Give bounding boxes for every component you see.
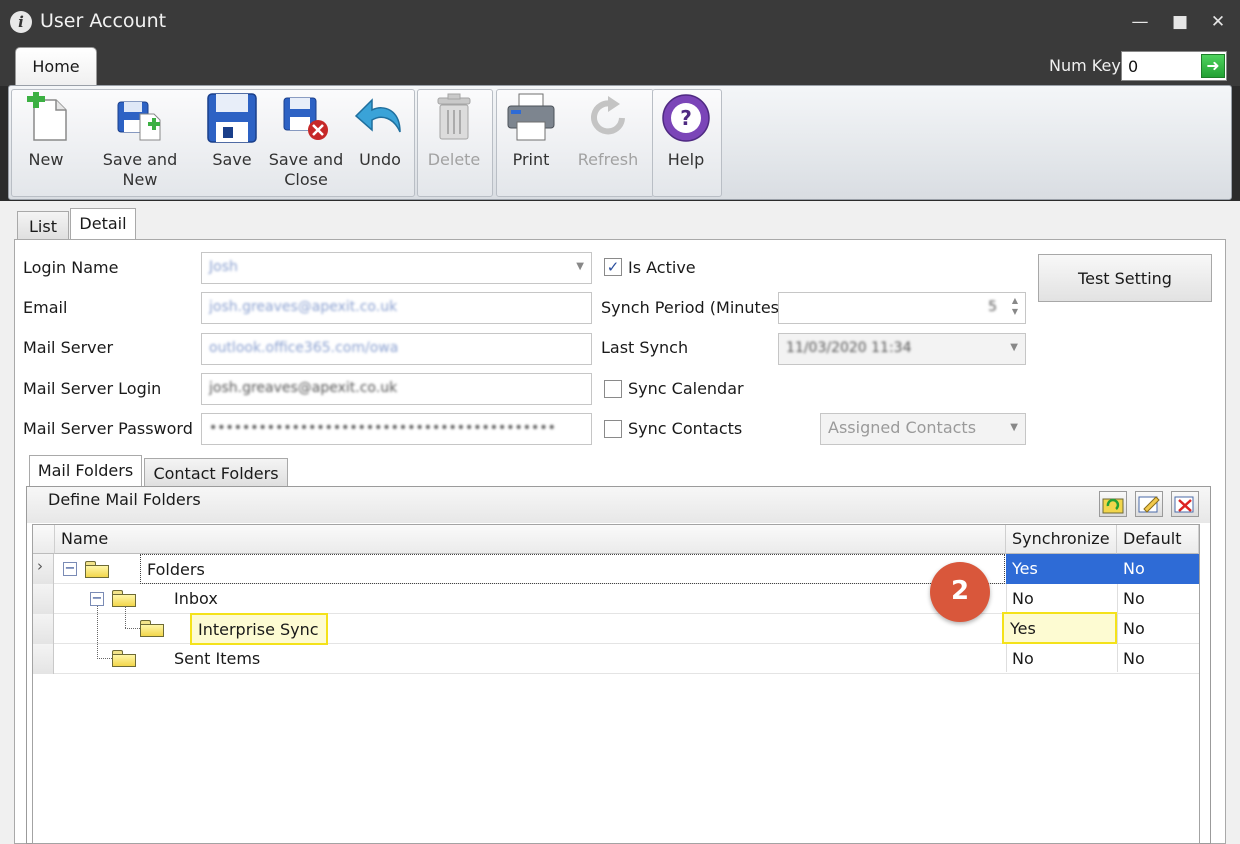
- row-selector[interactable]: [33, 584, 54, 614]
- row-selector-header: [33, 525, 55, 554]
- mail-server-password-field[interactable]: ••••••••••••••••••••••••••••••••••••••••…: [201, 413, 592, 445]
- mail-server-password-label: Mail Server Password: [23, 419, 193, 438]
- column-header-synchronize[interactable]: Synchronize: [1006, 525, 1117, 554]
- sync-calendar-label: Sync Calendar: [628, 379, 744, 398]
- info-icon: i: [10, 11, 32, 33]
- delete-folder-button[interactable]: [1171, 491, 1199, 517]
- test-setting-button[interactable]: Test Setting: [1038, 254, 1212, 302]
- folder-icon: [85, 561, 109, 578]
- sync-contacts-label: Sync Contacts: [628, 419, 743, 438]
- chevron-down-icon: ▼: [1010, 342, 1018, 353]
- collapse-icon[interactable]: −: [63, 562, 77, 576]
- tree-line: [125, 606, 126, 628]
- tab-list[interactable]: List: [17, 211, 69, 241]
- synchronize-cell[interactable]: Yes: [1006, 554, 1117, 584]
- default-cell[interactable]: No: [1117, 614, 1199, 644]
- login-name-dropdown[interactable]: Josh ▼: [201, 252, 592, 284]
- maximize-button[interactable]: ■: [1165, 8, 1195, 36]
- is-active-checkbox[interactable]: ✓: [604, 258, 622, 276]
- folder-icon: [112, 650, 136, 667]
- email-label: Email: [23, 298, 68, 317]
- email-field[interactable]: josh.greaves@apexit.co.uk: [201, 292, 592, 324]
- save-disk-icon: [206, 92, 258, 144]
- printer-icon: [505, 92, 557, 144]
- chevron-down-icon: ▼: [576, 261, 584, 272]
- new-button[interactable]: New: [19, 90, 73, 170]
- is-active-label: Is Active: [628, 258, 696, 277]
- synch-period-stepper[interactable]: 5 ▲ ▼: [778, 292, 1026, 324]
- row-selector[interactable]: [33, 614, 54, 644]
- refresh-icon: [582, 92, 634, 144]
- mail-server-label: Mail Server: [23, 338, 114, 357]
- synchronize-cell[interactable]: No: [1006, 644, 1117, 674]
- svg-text:?: ?: [680, 106, 692, 130]
- step-badge: 2: [930, 562, 990, 622]
- undo-arrow-icon: [354, 92, 406, 144]
- tree-line: [97, 658, 112, 659]
- print-button[interactable]: Print: [503, 92, 559, 170]
- column-header-default[interactable]: Default: [1117, 525, 1199, 554]
- delete-x-icon: [1174, 496, 1194, 513]
- help-button[interactable]: ? Help: [659, 92, 713, 170]
- login-name-label: Login Name: [23, 258, 119, 277]
- sync-contacts-checkbox[interactable]: [604, 420, 622, 438]
- tab-detail[interactable]: Detail: [70, 208, 136, 241]
- folder-icon: [140, 620, 164, 637]
- undo-button[interactable]: Undo: [352, 92, 408, 170]
- folder-name-cell[interactable]: Interprise Sync: [190, 613, 328, 645]
- row-selector[interactable]: ›: [33, 554, 54, 584]
- default-cell[interactable]: No: [1117, 584, 1199, 614]
- folder-name-cell[interactable]: Folders: [140, 554, 1005, 584]
- grid-title: Define Mail Folders: [48, 490, 201, 509]
- tree-line: [125, 628, 140, 629]
- delete-button[interactable]: Delete: [423, 92, 485, 170]
- refresh-button[interactable]: Refresh: [575, 92, 641, 170]
- column-header-name[interactable]: Name: [55, 525, 1006, 554]
- chevron-down-icon: ▼: [1010, 422, 1018, 433]
- trash-can-icon: [428, 92, 480, 144]
- tab-contact-folders[interactable]: Contact Folders: [144, 458, 288, 488]
- tab-mail-folders[interactable]: Mail Folders: [29, 455, 142, 488]
- synchronize-cell[interactable]: Yes: [1002, 612, 1117, 644]
- grid-toolbar: [27, 487, 1210, 523]
- folder-refresh-icon: [1102, 498, 1124, 514]
- save-and-new-icon: [114, 92, 166, 144]
- chevron-right-icon: ›: [37, 557, 43, 575]
- go-arrow-icon[interactable]: ➜: [1201, 54, 1225, 78]
- sync-calendar-checkbox[interactable]: [604, 380, 622, 398]
- assigned-contacts-dropdown[interactable]: Assigned Contacts ▼: [820, 413, 1026, 445]
- last-synch-label: Last Synch: [601, 338, 689, 357]
- mail-server-login-field[interactable]: josh.greaves@apexit.co.uk: [201, 373, 592, 405]
- new-document-icon: [20, 90, 72, 144]
- synch-period-label: Synch Period (Minutes): [601, 298, 786, 317]
- mail-server-field[interactable]: outlook.office365.com/owa: [201, 333, 592, 365]
- title-bar: i User Account — ■ ✕: [0, 0, 1240, 44]
- edit-icon: [1138, 496, 1160, 513]
- folder-name-cell[interactable]: Sent Items: [168, 644, 1005, 674]
- default-cell[interactable]: No: [1117, 554, 1199, 584]
- save-and-close-icon: [280, 92, 332, 144]
- tab-home[interactable]: Home: [15, 47, 97, 85]
- edit-folder-button[interactable]: [1135, 491, 1163, 517]
- save-and-new-button[interactable]: Save and New: [84, 92, 196, 190]
- last-synch-field: 11/03/2020 11:34 ▼: [778, 333, 1026, 365]
- synchronize-cell[interactable]: No: [1006, 584, 1117, 614]
- save-button[interactable]: Save: [205, 92, 259, 170]
- window-title: User Account: [40, 10, 167, 32]
- mail-server-login-label: Mail Server Login: [23, 379, 162, 398]
- default-cell[interactable]: No: [1117, 644, 1199, 674]
- spin-arrows-icon: ▲ ▼: [1011, 296, 1018, 316]
- folder-name-cell[interactable]: Inbox: [168, 584, 1005, 614]
- minimize-button[interactable]: —: [1125, 8, 1155, 36]
- num-key-label: Num Key: [1049, 56, 1121, 75]
- collapse-icon[interactable]: −: [90, 592, 104, 606]
- folder-icon: [112, 590, 136, 607]
- row-selector[interactable]: [33, 644, 54, 674]
- close-button[interactable]: ✕: [1203, 8, 1233, 36]
- help-question-icon: ?: [660, 92, 712, 144]
- save-and-close-button[interactable]: Save and Close: [266, 92, 346, 190]
- refresh-folders-button[interactable]: [1099, 491, 1127, 517]
- ribbon-toolbar: New Save and New Save Save and Close Und…: [8, 85, 1232, 200]
